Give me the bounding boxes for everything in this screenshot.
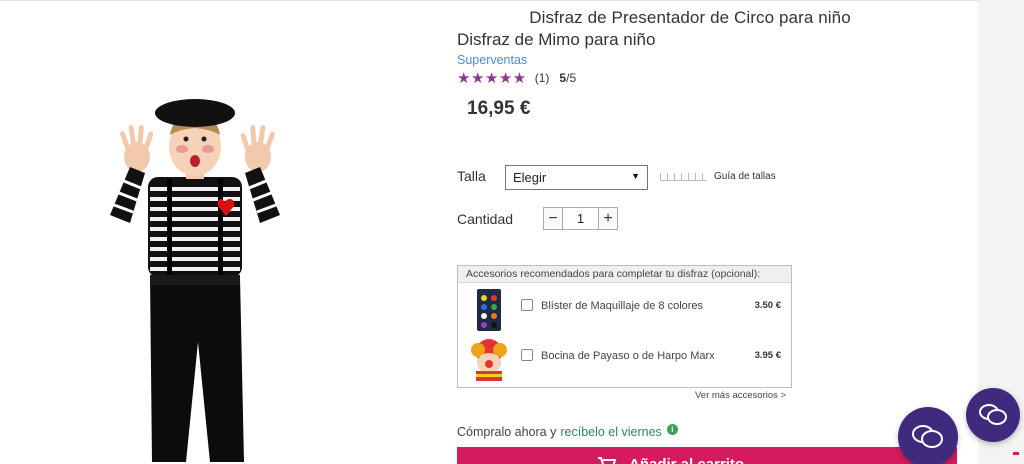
right-hand xyxy=(240,124,275,172)
size-select[interactable]: Elegir ▼ xyxy=(505,165,648,190)
product-image[interactable] xyxy=(90,95,300,464)
accessory-price: 3.50 € xyxy=(754,300,781,311)
size-guide-link[interactable]: Guía de tallas xyxy=(660,171,776,182)
ruler-icon xyxy=(660,172,706,181)
makeup-palette-icon[interactable] xyxy=(468,288,510,332)
related-product-title[interactable]: Disfraz de Presentador de Circo para niñ… xyxy=(480,8,900,28)
cart-icon xyxy=(598,457,617,464)
rating[interactable]: ★★★★★ (1) 5/5 xyxy=(457,69,576,87)
quantity-increase-button[interactable]: + xyxy=(598,207,618,230)
chat-bubble-button[interactable] xyxy=(966,388,1020,442)
chat-icon xyxy=(979,404,1007,425)
info-icon[interactable]: i xyxy=(666,423,678,435)
accessory-item: Bocina de Payaso o de Harpo Marx 3.95 € xyxy=(458,335,791,383)
quantity-input[interactable]: 1 xyxy=(563,207,598,230)
accessories-panel: Accesorios recomendados para completar t… xyxy=(457,265,792,388)
add-to-cart-button[interactable]: Añadir al carrito xyxy=(457,447,957,464)
quantity-label: Cantidad xyxy=(457,211,514,227)
more-accessories-link[interactable]: Ver más accesorios > xyxy=(695,390,786,401)
bestseller-badge: Superventas xyxy=(457,53,528,67)
page-accent xyxy=(1013,452,1019,455)
rating-score: 5/5 xyxy=(559,71,577,85)
size-label: Talla xyxy=(457,168,486,184)
accessory-name[interactable]: Blíster de Maquillaje de 8 colores xyxy=(541,300,703,312)
size-guide-label: Guía de tallas xyxy=(714,171,776,182)
delivery-info: Cómpralo ahora y recíbelo el viernes i xyxy=(457,423,678,439)
accessory-checkbox[interactable] xyxy=(521,349,533,361)
accessory-item: Blíster de Maquillaje de 8 colores 3.50 … xyxy=(458,285,791,333)
delivery-date-link[interactable]: recíbelo el viernes xyxy=(560,425,661,439)
star-rating-icon: ★★★★★ xyxy=(457,70,527,87)
review-count[interactable]: (1) xyxy=(535,71,550,85)
top-divider xyxy=(0,0,1024,1)
clown-horn-icon[interactable] xyxy=(468,338,510,382)
dropdown-arrow-icon: ▼ xyxy=(631,171,640,181)
delivery-prefix: Cómpralo ahora y xyxy=(457,425,557,439)
quantity-stepper: − 1 + xyxy=(543,207,618,230)
accessory-checkbox[interactable] xyxy=(521,299,533,311)
product-price: 16,95 € xyxy=(467,98,531,119)
chat-button[interactable] xyxy=(898,407,958,464)
product-title: Disfraz de Mimo para niño xyxy=(457,30,656,49)
left-hand xyxy=(120,125,154,172)
chat-icon xyxy=(912,425,943,448)
size-select-value: Elegir xyxy=(513,170,547,185)
add-to-cart-label: Añadir al carrito xyxy=(629,456,744,464)
accessory-price: 3.95 € xyxy=(754,350,781,361)
accessories-header: Accesorios recomendados para completar t… xyxy=(458,266,791,283)
quantity-decrease-button[interactable]: − xyxy=(543,207,563,230)
accessory-name[interactable]: Bocina de Payaso o de Harpo Marx xyxy=(541,350,715,362)
